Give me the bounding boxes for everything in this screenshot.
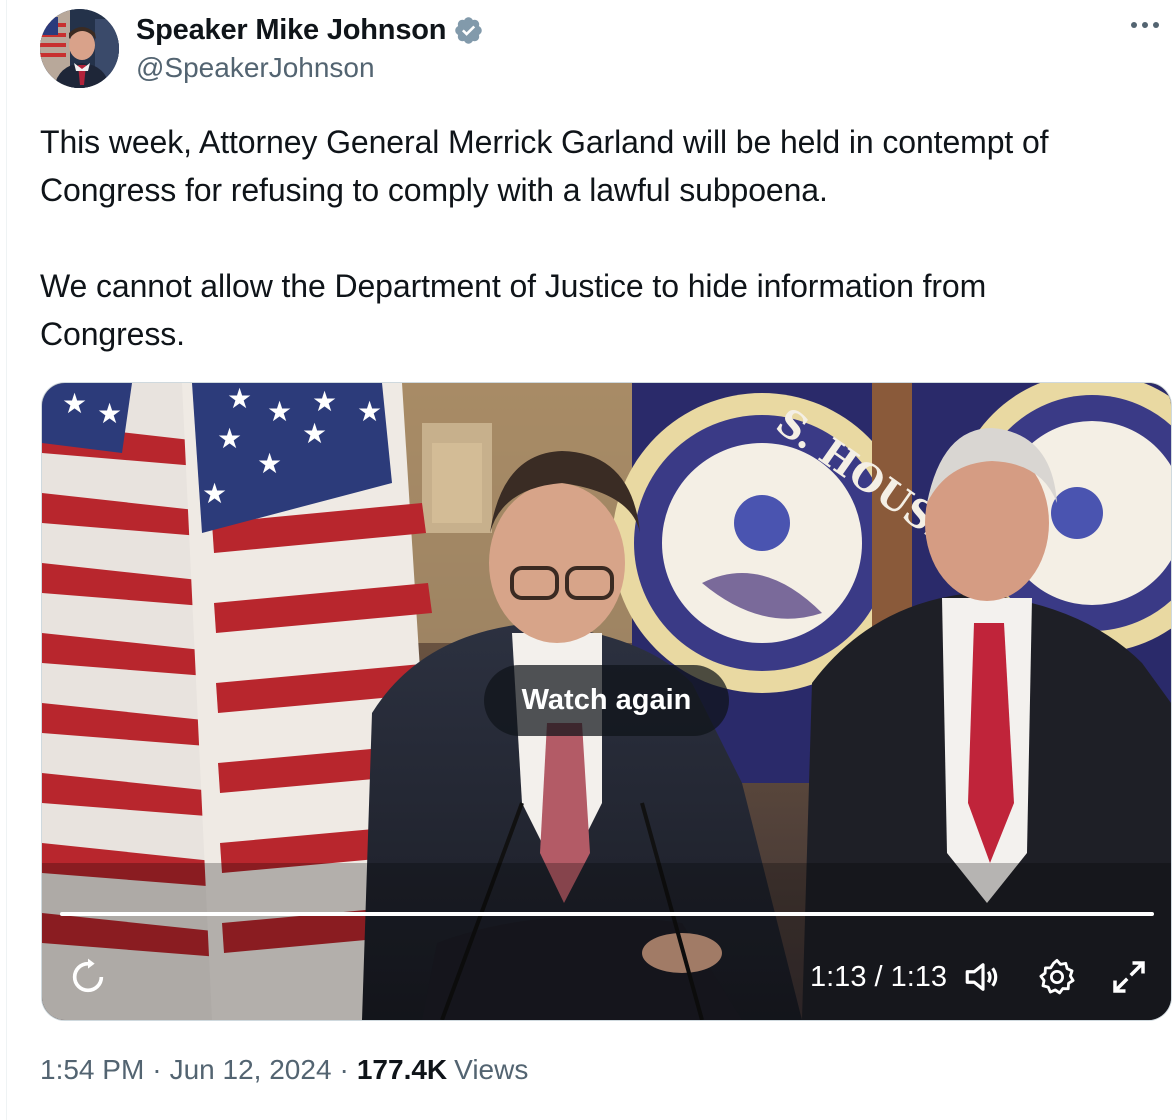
avatar[interactable] <box>40 9 119 88</box>
meta-separator: · <box>152 1054 162 1085</box>
svg-text:★: ★ <box>257 447 282 480</box>
timeline-divider <box>6 0 7 1120</box>
views-count[interactable]: 177.4K <box>357 1054 447 1086</box>
svg-text:★: ★ <box>217 422 242 455</box>
tweet-meta: 1:54 PM · Jun 12, 2024 · 177.4K Views <box>40 1054 528 1086</box>
video-player[interactable]: ★ ★ ★ ★ ★ ★ ★ ★ ★ ★ S. HOUSE Watch again… <box>41 382 1172 1021</box>
tweet-paragraph-2: We cannot allow the Department of Justic… <box>40 268 987 352</box>
tweet-date[interactable]: Jun 12, 2024 <box>170 1054 332 1086</box>
views-label[interactable]: Views <box>454 1054 528 1086</box>
video-time: 1:13 / 1:13 <box>810 961 948 993</box>
author-handle[interactable]: @SpeakerJohnson <box>136 52 375 84</box>
replay-icon[interactable] <box>68 957 108 997</box>
tweet-time[interactable]: 1:54 PM <box>40 1054 144 1086</box>
author-name-row[interactable]: Speaker Mike Johnson <box>136 10 484 50</box>
video-progress-bar[interactable] <box>60 912 1154 916</box>
svg-text:★: ★ <box>202 477 227 510</box>
svg-text:★: ★ <box>312 385 337 418</box>
tweet-text: This week, Attorney General Merrick Garl… <box>40 118 1165 358</box>
svg-text:★: ★ <box>267 395 292 428</box>
meta-separator: · <box>339 1054 349 1085</box>
more-icon[interactable] <box>1128 8 1162 42</box>
watch-again-button[interactable]: Watch again <box>484 665 729 736</box>
fullscreen-icon[interactable] <box>1108 956 1150 998</box>
svg-text:★: ★ <box>302 417 327 450</box>
tweet-paragraph-1: This week, Attorney General Merrick Garl… <box>40 124 1049 208</box>
display-name[interactable]: Speaker Mike Johnson <box>136 14 446 47</box>
settings-icon[interactable] <box>1036 956 1078 998</box>
volume-icon[interactable] <box>962 956 1004 998</box>
svg-text:★: ★ <box>62 387 87 420</box>
svg-text:★: ★ <box>97 397 122 430</box>
svg-text:★: ★ <box>227 383 252 415</box>
verified-badge-icon[interactable] <box>453 15 484 46</box>
svg-text:★: ★ <box>357 395 382 428</box>
